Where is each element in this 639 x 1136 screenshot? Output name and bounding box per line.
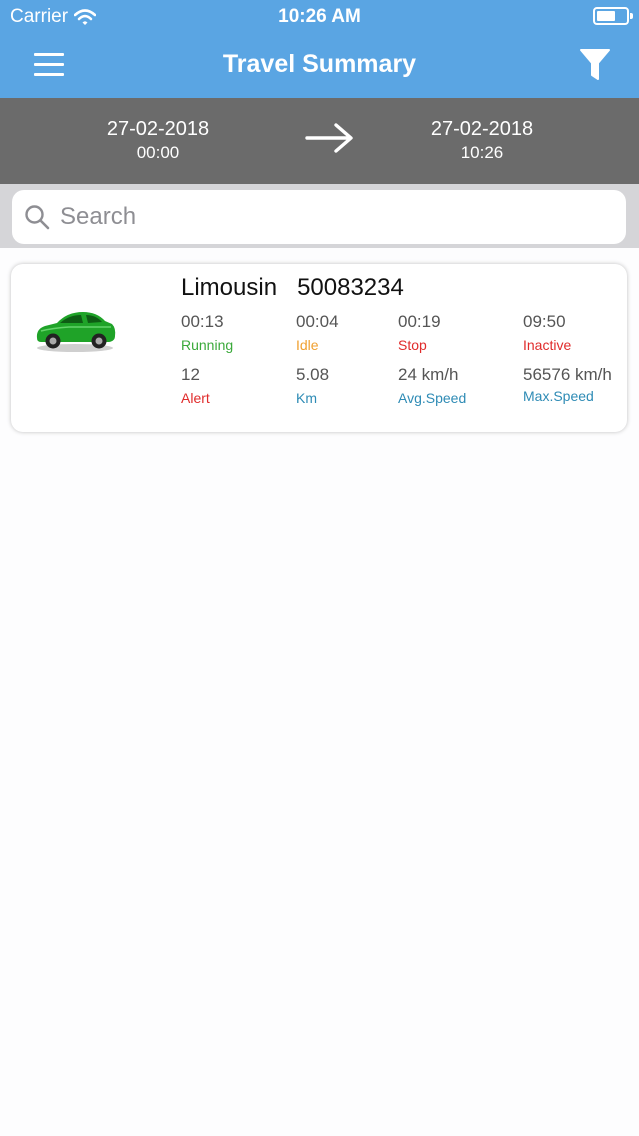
stat-km: 5.08 Km [296, 365, 329, 406]
battery-icon [593, 7, 633, 25]
green-car-icon [36, 312, 116, 352]
page-title: Travel Summary [222, 50, 417, 78]
stat-inactive: 09:50 Inactive [523, 312, 571, 353]
date-range-bar[interactable]: 27-02-2018 00:00 27-02-2018 10:26 [0, 98, 639, 184]
stat-max-speed: 56576 km/h Max.Speed [523, 365, 612, 404]
stat-alert-value: 12 [181, 365, 200, 384]
search-input[interactable] [60, 203, 600, 231]
top-bar: Carrier 10:26 AM Travel Summary [0, 0, 639, 98]
stat-alert: 12 Alert [181, 365, 210, 406]
stat-km-label: Km [296, 390, 317, 406]
stat-running-value: 00:13 [181, 312, 224, 331]
stat-idle-value: 00:04 [296, 312, 339, 331]
nav-bar: Travel Summary [0, 32, 639, 98]
vehicle-summary-card[interactable]: Limousin 50083234 00:13 Running 00:04 Id… [11, 264, 627, 432]
date-to[interactable]: 27-02-2018 10:26 [392, 118, 572, 163]
date-from[interactable]: 27-02-2018 00:00 [68, 118, 248, 163]
stat-avg-speed: 24 km/h Avg.Speed [398, 365, 466, 406]
date-from-date: 27-02-2018 [106, 118, 210, 140]
status-time: 10:26 AM [278, 6, 361, 27]
stat-running: 00:13 Running [181, 312, 233, 353]
stat-running-label: Running [181, 337, 234, 353]
vehicle-type: Limousin [181, 274, 278, 301]
right-arrow-icon [305, 123, 353, 153]
status-bar: Carrier 10:26 AM [0, 0, 639, 32]
date-to-date: 27-02-2018 [430, 118, 534, 140]
stat-inactive-value: 09:50 [523, 312, 566, 331]
stat-idle-label: Idle [296, 337, 319, 353]
stat-stop-value: 00:19 [398, 312, 441, 331]
vehicle-name: Limousin 50083234 [181, 274, 404, 302]
stat-avg-speed-value: 24 km/h [398, 365, 459, 384]
vehicle-id: 50083234 [297, 274, 404, 301]
stat-alert-label: Alert [181, 390, 210, 406]
funnel-filter-icon[interactable] [579, 48, 611, 82]
stat-max-speed-value: 56576 km/h [523, 365, 612, 384]
stat-stop: 00:19 Stop [398, 312, 441, 353]
stat-km-value: 5.08 [296, 365, 330, 384]
stat-avg-speed-label: Avg.Speed [398, 390, 467, 406]
date-to-time: 10:26 [460, 143, 504, 162]
stat-idle: 00:04 Idle [296, 312, 339, 353]
date-from-time: 00:00 [136, 143, 180, 162]
stat-stop-label: Stop [398, 337, 427, 353]
search-box[interactable] [12, 190, 626, 244]
search-bar-container [0, 184, 639, 248]
stat-inactive-label: Inactive [523, 337, 572, 353]
stat-max-speed-label: Max.Speed [523, 388, 594, 404]
search-icon [25, 205, 50, 230]
